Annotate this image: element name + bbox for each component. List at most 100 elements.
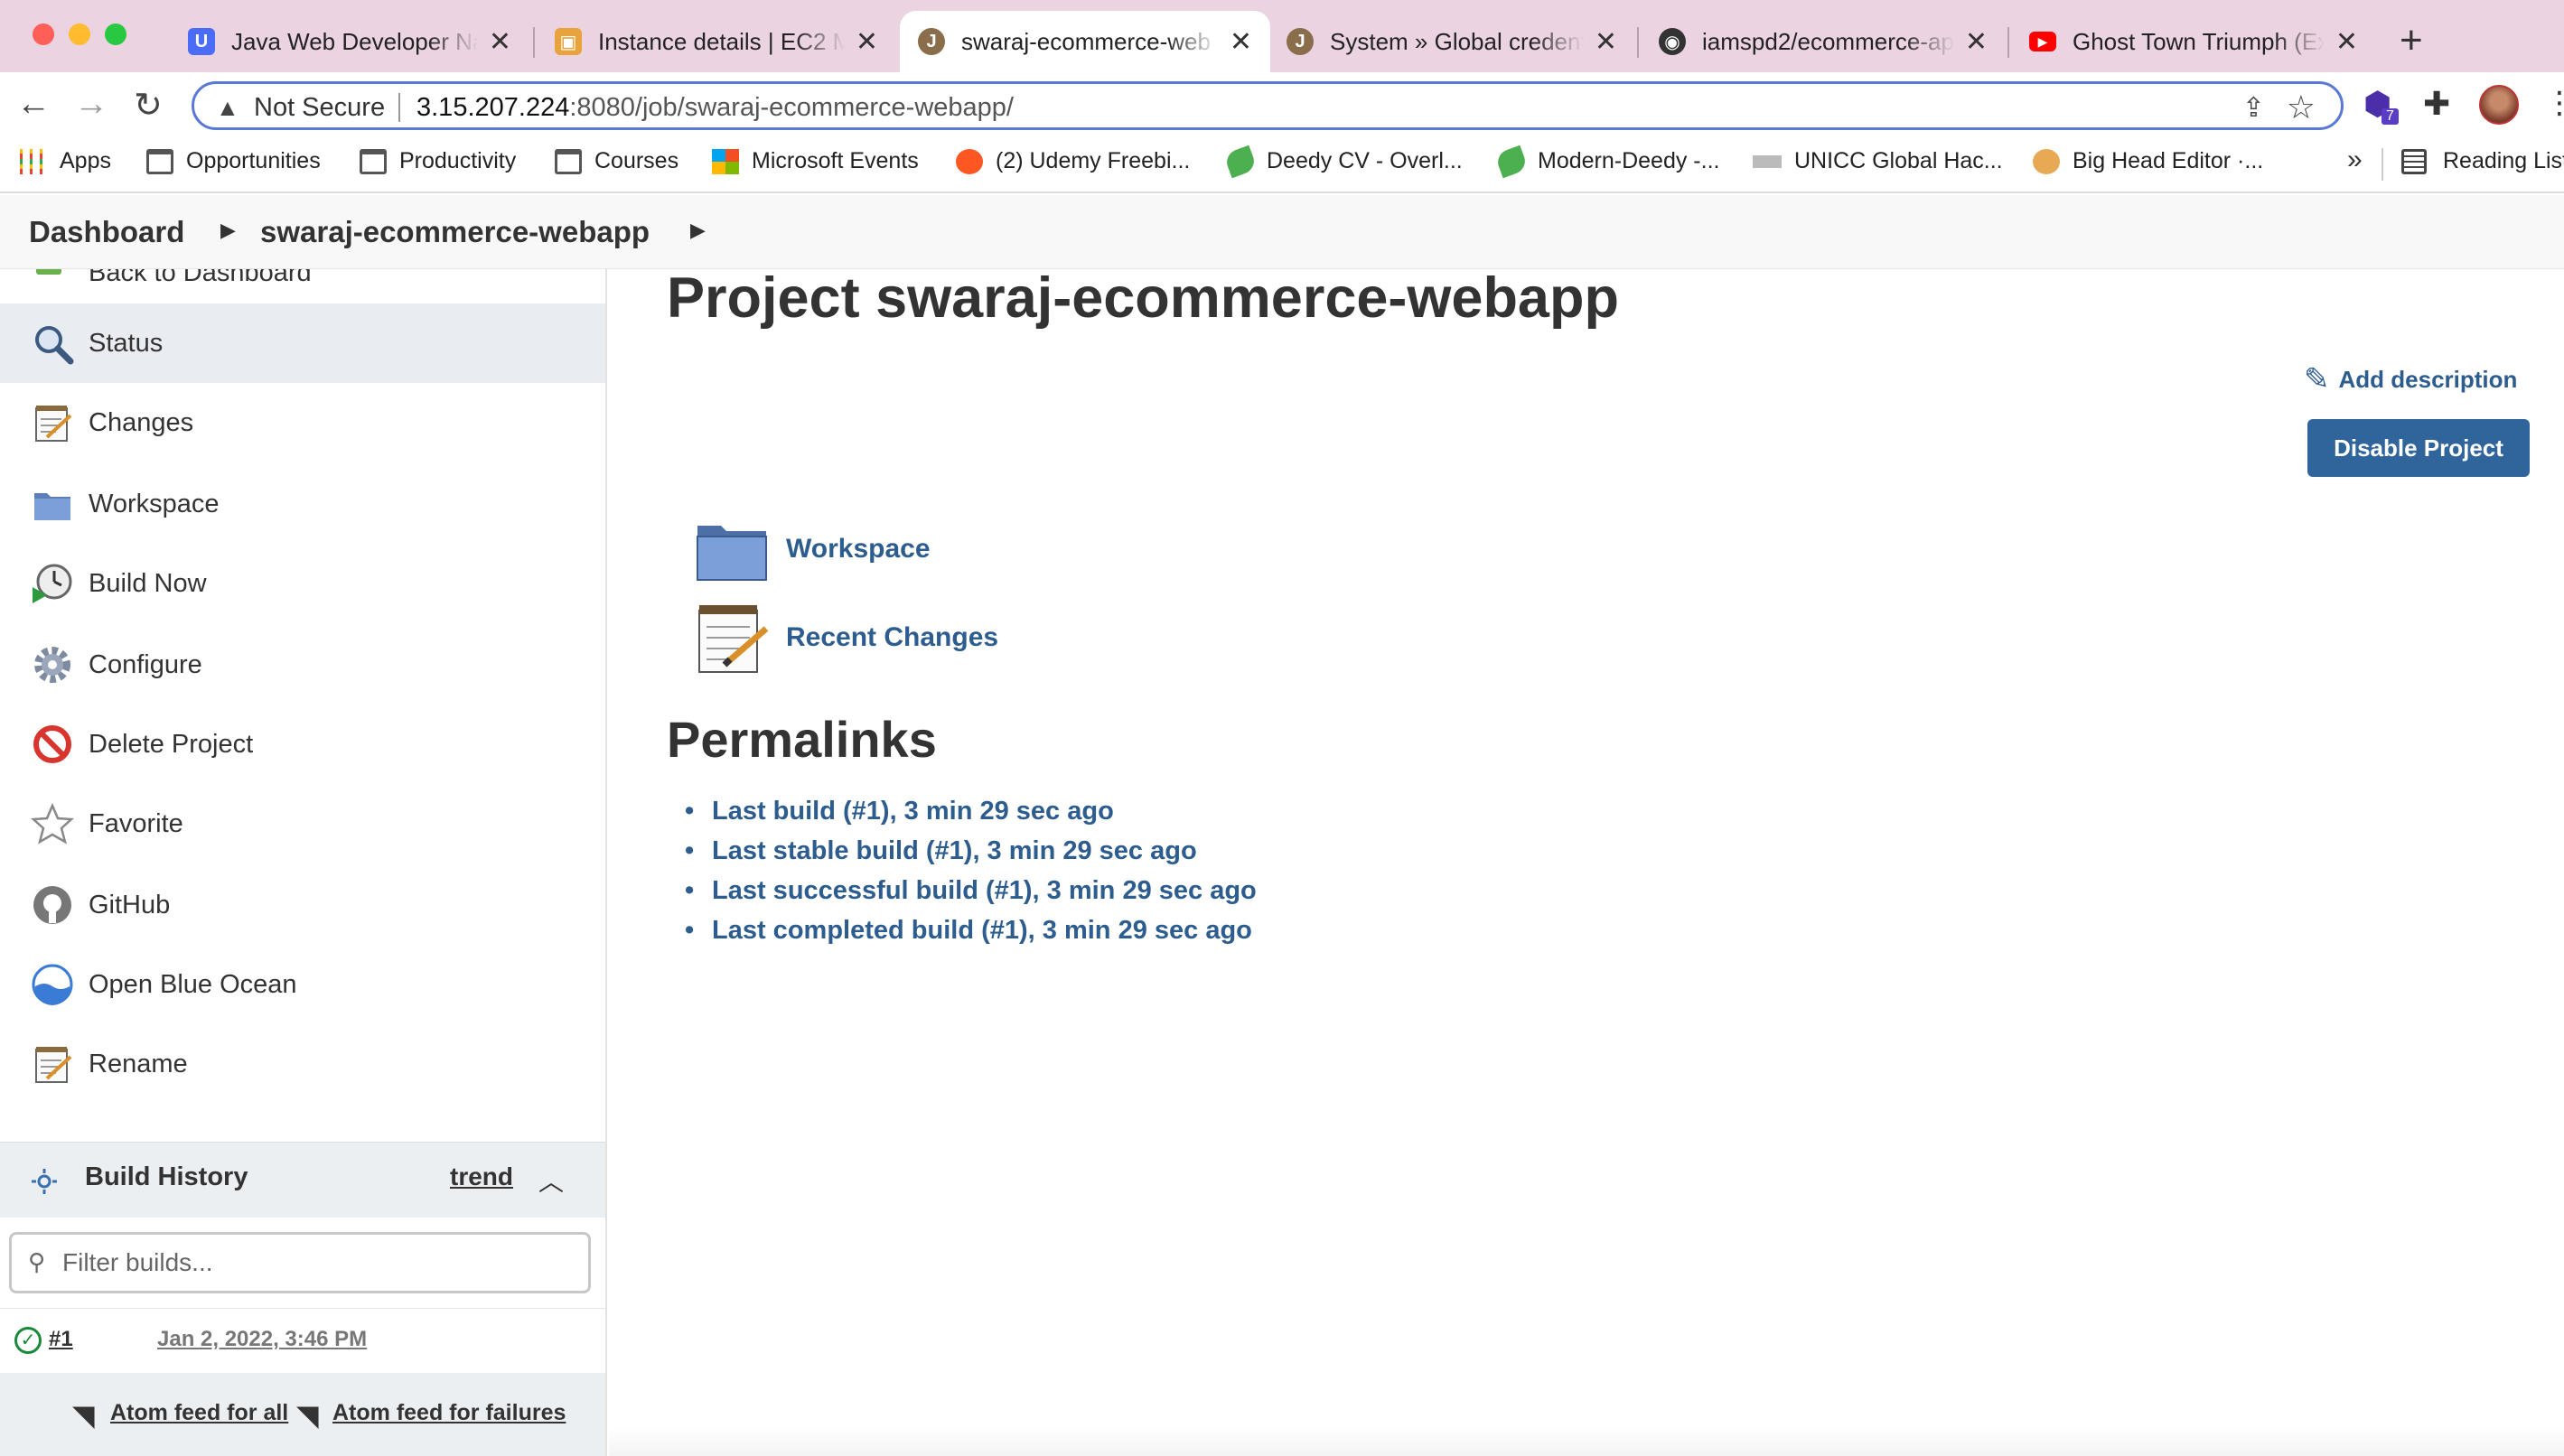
notepad-icon	[35, 406, 72, 442]
bookmark-item[interactable]: Microsoft Events	[712, 148, 919, 174]
browser-menu-icon[interactable]: ⋮	[2544, 85, 2564, 121]
bookmark-item[interactable]: Opportunities	[146, 148, 321, 174]
back-arrow-icon[interactable]: ←	[16, 85, 51, 124]
sidebar-item-github[interactable]: GitHub	[0, 865, 605, 945]
search-icon	[35, 326, 74, 365]
atom-feed-failures-link[interactable]: Atom feed for failures	[332, 1400, 566, 1426]
reload-icon[interactable]: ↻	[134, 85, 163, 126]
browser-tab[interactable]: U Java Web Developer Nar ✕	[170, 11, 529, 72]
tab-close-icon[interactable]: ✕	[1230, 26, 1252, 58]
bookmarks-bar: Apps Opportunities Productivity Courses …	[0, 137, 2564, 193]
notepad-icon	[698, 605, 769, 673]
window-close-button[interactable]	[33, 23, 54, 45]
notepad-icon	[35, 1047, 72, 1083]
tab-close-icon[interactable]: ✕	[2335, 26, 2358, 58]
unicc-icon	[1753, 154, 1782, 168]
bookmark-item[interactable]: Courses	[555, 148, 678, 174]
sidebar-item-label: Workspace	[89, 489, 220, 518]
bighead-icon	[2033, 148, 2060, 174]
bookmark-item[interactable]: Productivity	[360, 148, 516, 174]
success-check-icon: ✓	[14, 1327, 42, 1354]
tab-title: Java Web Developer Nar	[231, 27, 478, 55]
youtube-icon: ▶	[2029, 32, 2056, 51]
jenkins-icon: J	[918, 28, 945, 55]
folder-icon	[360, 148, 387, 174]
folder-icon	[555, 148, 582, 174]
atom-feed-all-link[interactable]: Atom feed for all	[110, 1400, 288, 1426]
new-tab-button[interactable]: +	[2400, 18, 2423, 63]
filter-builds-field[interactable]: ⚲	[9, 1232, 591, 1293]
github-icon	[33, 886, 71, 924]
jenkins-icon: J	[1287, 28, 1314, 55]
bookmark-item[interactable]: UNICC Global Hac...	[1753, 148, 2003, 174]
browser-tab-active[interactable]: J swaraj-ecommerce-web ✕	[900, 11, 1270, 72]
sidebar-item-open-blue-ocean[interactable]: Open Blue Ocean	[0, 945, 605, 1024]
tab-close-icon[interactable]: ✕	[489, 26, 511, 58]
breadcrumb-chevron-icon[interactable]: ▶	[690, 219, 706, 242]
bookmarks-overflow-button[interactable]: »	[2347, 145, 2363, 175]
sidebar-item-delete-project[interactable]: Delete Project	[0, 705, 605, 784]
recent-changes-link[interactable]: Recent Changes	[694, 602, 998, 674]
overleaf-icon	[1494, 145, 1529, 178]
breadcrumb-project[interactable]: swaraj-ecommerce-webapp	[260, 215, 650, 249]
permalink-last-stable-build[interactable]: Last stable build (#1), 3 min 29 sec ago	[685, 836, 1257, 876]
security-indicator[interactable]: Not Secure	[254, 93, 385, 123]
sidebar-item-favorite[interactable]: Favorite	[0, 784, 605, 863]
permalinks-list: Last build (#1), 3 min 29 sec ago Last s…	[685, 797, 1257, 956]
workspace-link[interactable]: Workspace	[694, 513, 931, 585]
url-host: 3.15.207.224	[416, 93, 570, 122]
forward-arrow-icon[interactable]: →	[74, 85, 108, 124]
extensions-puzzle-icon[interactable]: ✚	[2423, 85, 2450, 123]
tab-title: System » Global credent	[1330, 27, 1584, 55]
folder-icon	[697, 526, 767, 581]
sidebar-item-configure[interactable]: Configure	[0, 625, 605, 705]
sidebar-item-changes[interactable]: Changes	[0, 383, 605, 462]
sidebar-item-workspace[interactable]: Workspace	[0, 464, 605, 544]
no-entry-icon	[33, 725, 71, 763]
permalink-last-successful-build[interactable]: Last successful build (#1), 3 min 29 sec…	[685, 876, 1257, 916]
sidebar-item-build-now[interactable]: Build Now	[0, 544, 605, 623]
bookmark-item[interactable]: Big Head Editor ·...	[2033, 148, 2263, 174]
back-to-dashboard-link[interactable]: Back to Dashboard	[89, 269, 312, 288]
bookmark-item[interactable]: Deedy CV - Overl...	[1223, 145, 1463, 178]
bookmark-item[interactable]: Apps	[20, 148, 111, 174]
browser-tab[interactable]: ▶ Ghost Town Triumph (Ext ✕	[2011, 11, 2376, 72]
reddit-icon	[956, 148, 983, 174]
bookmark-star-icon[interactable]: ☆	[2287, 89, 2316, 126]
filter-builds-input[interactable]	[62, 1244, 568, 1282]
bookmark-item[interactable]: (2) Udemy Freebi...	[956, 148, 1190, 174]
disable-project-button[interactable]: Disable Project	[2307, 419, 2530, 477]
breadcrumb-chevron-icon[interactable]: ▶	[220, 219, 236, 242]
window-minimize-button[interactable]	[69, 23, 90, 45]
profile-avatar[interactable]	[2479, 85, 2519, 125]
apps-grid-icon	[20, 148, 47, 174]
folder-icon	[34, 493, 70, 520]
sidebar-item-status[interactable]: Status	[0, 303, 605, 383]
browser-tab[interactable]: ◉ iamspd2/ecommerce-ap ✕	[1641, 11, 2006, 72]
browser-tab[interactable]: ▣ Instance details | EC2 Ma ✕	[537, 11, 896, 72]
share-icon[interactable]: ⇪	[2242, 92, 2265, 124]
build-number-link[interactable]: #1	[49, 1327, 73, 1352]
reading-list-button[interactable]: Reading List	[2401, 148, 2564, 174]
breadcrumb-dashboard[interactable]: Dashboard	[29, 215, 184, 249]
sidebar: Back to Dashboard Status Changes Workspa…	[0, 269, 607, 1456]
tab-close-icon[interactable]: ✕	[1595, 26, 1617, 58]
add-description-link[interactable]: ✎ Add description	[2304, 361, 2517, 397]
bookmark-item[interactable]: Modern-Deedy -...	[1494, 145, 1719, 178]
tab-title: Instance details | EC2 Ma	[598, 27, 845, 55]
sun-icon	[32, 1169, 57, 1194]
tab-close-icon[interactable]: ✕	[1965, 26, 1988, 58]
permalink-last-completed-build[interactable]: Last completed build (#1), 3 min 29 sec …	[685, 916, 1257, 956]
sidebar-item-label: Status	[89, 328, 164, 358]
build-history-trend-link[interactable]: trend	[450, 1162, 513, 1191]
sidebar-item-rename[interactable]: Rename	[0, 1024, 605, 1104]
window-zoom-button[interactable]	[105, 23, 126, 45]
url-path: :8080/job/swaraj-ecommerce-webapp/	[569, 93, 1014, 122]
browser-tab[interactable]: J System » Global credent ✕	[1268, 11, 1635, 72]
build-date-link[interactable]: Jan 2, 2022, 3:46 PM	[157, 1327, 367, 1352]
tab-close-icon[interactable]: ✕	[856, 26, 878, 58]
address-bar[interactable]: ▲ Not Secure 3.15.207.224:8080/job/swara…	[192, 81, 2344, 130]
url-text[interactable]: 3.15.207.224:8080/job/swaraj-ecommerce-w…	[416, 93, 1014, 123]
collapse-chevron-icon[interactable]: ︿	[538, 1162, 564, 1199]
permalink-last-build[interactable]: Last build (#1), 3 min 29 sec ago	[685, 797, 1257, 836]
